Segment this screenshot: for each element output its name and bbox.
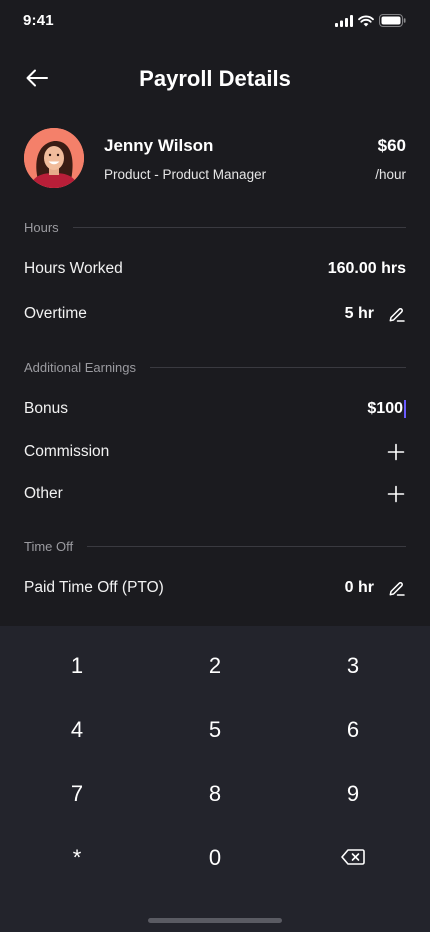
section-time-off: Time Off <box>24 536 406 556</box>
battery-icon <box>379 14 406 32</box>
section-label: Hours <box>24 219 59 235</box>
row-label: Paid Time Off (PTO) <box>24 579 164 596</box>
overtime-value: 5 hr <box>345 304 406 324</box>
text-cursor <box>404 399 406 418</box>
key-backspace[interactable] <box>293 830 413 886</box>
employee-rate-unit: /hour <box>375 167 406 182</box>
key-3[interactable]: 3 <box>293 638 413 694</box>
key-0[interactable]: 0 <box>155 830 275 886</box>
status-bar: 9:41 <box>0 0 430 44</box>
key-4[interactable]: 4 <box>17 702 137 758</box>
row-other: Other <box>24 479 406 509</box>
page-title: Payroll Details <box>139 66 291 91</box>
section-label: Time Off <box>24 538 74 554</box>
row-bonus: Bonus $100 <box>24 394 406 424</box>
backspace-icon <box>341 845 365 871</box>
row-hours-worked: Hours Worked 160.00 hrs <box>24 254 406 284</box>
pto-value: 0 hr <box>345 578 406 598</box>
value-text[interactable]: $100 <box>367 400 403 417</box>
status-icons <box>335 14 406 32</box>
row-pto: Paid Time Off (PTO) 0 hr <box>24 573 406 603</box>
employee-role: Product - Product Manager <box>104 167 267 182</box>
plus-icon[interactable] <box>386 484 406 504</box>
key-7[interactable]: 7 <box>17 766 137 822</box>
row-label: Hours Worked <box>24 260 123 277</box>
row-overtime: Overtime 5 hr <box>24 299 406 329</box>
value-text: 160.00 hrs <box>327 260 406 277</box>
row-label: Commission <box>24 443 110 460</box>
plus-icon[interactable] <box>386 442 406 462</box>
avatar <box>24 128 84 188</box>
key-8[interactable]: 8 <box>155 766 275 822</box>
employee-rate: $60 <box>377 136 406 155</box>
row-commission: Commission <box>24 437 406 467</box>
row-label: Bonus <box>24 400 68 417</box>
key-1[interactable]: 1 <box>17 638 137 694</box>
home-indicator <box>148 918 282 923</box>
divider <box>72 226 406 228</box>
pencil-icon[interactable] <box>386 578 406 598</box>
pencil-icon[interactable] <box>386 304 406 324</box>
value-text[interactable]: 5 hr <box>345 305 374 323</box>
key-2[interactable]: 2 <box>155 638 275 694</box>
section-hours: Hours <box>24 217 406 237</box>
bonus-input[interactable]: $100 <box>367 399 406 418</box>
hours-worked-value: 160.00 hrs <box>328 260 406 278</box>
key-6[interactable]: 6 <box>293 702 413 758</box>
payroll-details-screen: 9:41 Payroll Details Jenny Wilson Produc… <box>0 0 430 932</box>
key-5[interactable]: 5 <box>155 702 275 758</box>
employee-name: Jenny Wilson <box>104 136 214 155</box>
row-label: Overtime <box>24 305 87 322</box>
section-label: Additional Earnings <box>24 359 137 375</box>
divider <box>150 366 406 368</box>
status-time: 9:41 <box>23 12 54 29</box>
signal-icon <box>335 14 353 32</box>
wifi-icon <box>358 14 374 32</box>
row-label: Other <box>24 485 63 502</box>
key-9[interactable]: 9 <box>293 766 413 822</box>
section-additional-earnings: Additional Earnings <box>24 357 406 377</box>
key-asterisk[interactable]: * <box>17 830 137 886</box>
employee-card: Jenny Wilson Product - Product Manager $… <box>24 128 406 188</box>
numeric-keypad: 1 2 3 4 5 6 7 8 9 * 0 <box>0 626 430 932</box>
value-text[interactable]: 0 hr <box>345 579 374 597</box>
header: Payroll Details <box>0 58 430 102</box>
divider <box>87 545 406 547</box>
